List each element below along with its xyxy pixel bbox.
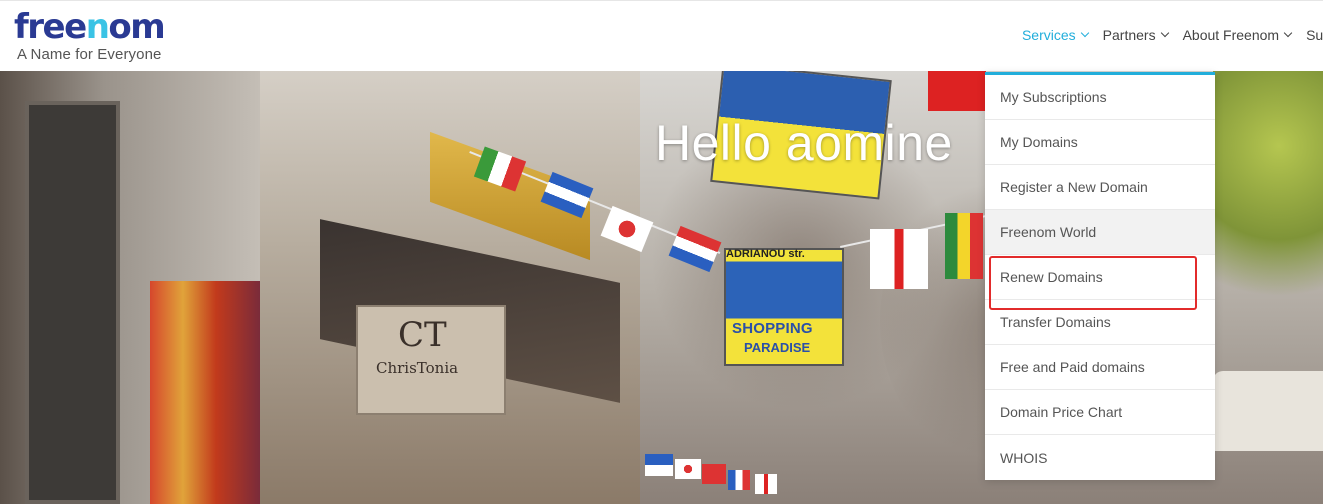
hero-bg-green-tree — [1213, 71, 1323, 321]
logo-text-om: om — [108, 7, 165, 47]
flag-icon — [928, 71, 986, 111]
shop-sign-name: ChrisTonia — [376, 359, 459, 377]
menu-item-my-subscriptions[interactable]: My Subscriptions — [985, 75, 1215, 120]
nav-support-label: Sup — [1306, 27, 1323, 43]
menu-item-transfer-domains[interactable]: Transfer Domains — [985, 300, 1215, 345]
flag-icon — [702, 464, 726, 484]
shop-sign: CT ChrisTonia — [356, 305, 506, 415]
services-dropdown-menu: My Subscriptions My Domains Register a N… — [985, 72, 1215, 480]
flag-icon — [645, 454, 673, 476]
menu-item-register-new-domain[interactable]: Register a New Domain — [985, 165, 1215, 210]
logo-text-n: n — [85, 7, 110, 47]
nav-services[interactable]: Services — [1021, 27, 1089, 43]
nav-services-label: Services — [1021, 27, 1076, 43]
flag-icon — [870, 229, 928, 289]
flag-icon — [945, 213, 983, 279]
main-nav: Services Partners About Freenom Sup — [1022, 27, 1323, 43]
chevron-down-icon — [1080, 28, 1089, 38]
nav-partners[interactable]: Partners — [1102, 27, 1169, 43]
menu-item-domain-price-chart[interactable]: Domain Price Chart — [985, 390, 1215, 435]
flag-icon — [675, 459, 701, 479]
site-header: freenom A Name for Everyone Services Par… — [0, 0, 1323, 71]
menu-item-whois[interactable]: WHOIS — [985, 435, 1215, 480]
logo-text-free: free — [14, 7, 87, 47]
chevron-down-icon — [1160, 28, 1169, 38]
hero-greeting: Hello aomine — [655, 115, 953, 171]
menu-item-renew-domains[interactable]: Renew Domains — [985, 255, 1215, 300]
hero-bg-umbrella — [1213, 371, 1323, 451]
nav-about-label: About Freenom — [1182, 27, 1280, 43]
banner-street-label: ADRIANOU str. — [726, 248, 805, 260]
chevron-down-icon — [1283, 28, 1293, 38]
shop-sign-logo: CT — [398, 315, 447, 355]
logo-tagline: A Name for Everyone — [17, 46, 162, 63]
nav-about-freenom[interactable]: About Freenom — [1182, 27, 1293, 43]
nav-partners-label: Partners — [1102, 27, 1156, 43]
menu-item-freenom-world[interactable]: Freenom World — [985, 210, 1215, 255]
flag-icon — [728, 470, 750, 490]
freenom-logo[interactable]: freenom — [14, 7, 166, 47]
menu-item-my-domains[interactable]: My Domains — [985, 120, 1215, 165]
logo-wordmark: freenom — [14, 7, 166, 47]
hero-bg-clothes — [150, 281, 260, 504]
banner-paradise: PARADISE — [744, 340, 811, 355]
menu-item-free-and-paid-domains[interactable]: Free and Paid domains — [985, 345, 1215, 390]
banner-shopping: SHOPPING — [732, 320, 813, 337]
hero-bg-bottom-flags — [640, 444, 985, 504]
hero-bg-door — [25, 101, 120, 504]
flag-icon — [755, 474, 777, 494]
hellas-banner: ADRIANOU str. SHOPPING PARADISE — [724, 248, 844, 366]
nav-support[interactable]: Sup — [1306, 27, 1323, 43]
